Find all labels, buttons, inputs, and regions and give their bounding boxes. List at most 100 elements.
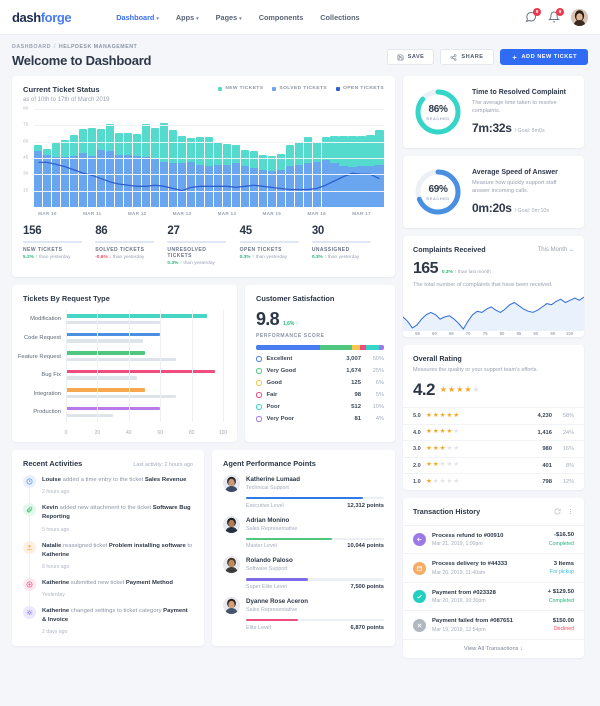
- stat-change: 0.3% ↑ than yesterday: [311, 255, 360, 261]
- upload-icon: [23, 540, 36, 554]
- view-all-transactions-link[interactable]: View All Transactions ↓: [403, 638, 584, 658]
- complaints-change-value: 0.3%: [441, 270, 453, 275]
- satisfaction-bar-segment: [320, 345, 352, 351]
- satisfaction-percent: 50%: [372, 356, 384, 363]
- messages-icon[interactable]: 9: [525, 8, 541, 23]
- rating-row: 1.0 ★ ★ ★ ★ ★ 798 12%: [403, 473, 584, 490]
- recent-activities-header: Recent Activities Last activity: 2 hours…: [12, 450, 204, 468]
- chevron-down-icon: ▾: [239, 15, 242, 22]
- share-button[interactable]: SHARE: [440, 49, 494, 65]
- stat-item: 27 UNRESOLVED TICKETS 0.3% ↑ than yesterda…: [167, 225, 239, 266]
- add-new-ticket-button[interactable]: ADD NEW TICKET: [499, 49, 588, 65]
- nav-item-components[interactable]: Components: [259, 13, 304, 22]
- request-type-bar-primary: [66, 369, 216, 374]
- stat-change: 0.3% ↑ than yesterday: [239, 255, 288, 261]
- rating-level: 4.0: [413, 429, 421, 436]
- legend-dot-icon: [218, 86, 223, 91]
- satisfaction-bar-segment: [378, 345, 384, 351]
- app-logo[interactable]: dashforge: [12, 10, 72, 25]
- recent-activities-list: Louise added a time entry to the ticket …: [12, 468, 204, 645]
- gridline: [160, 310, 162, 423]
- transaction-info: Process delivery to #44333 Mar 20, 2019, …: [432, 560, 544, 576]
- legend-solved-tickets[interactable]: SOLVED TICKETS: [272, 86, 327, 91]
- satisfaction-bar-segment: [352, 345, 360, 351]
- agent-progress-track: [246, 497, 384, 500]
- x-axis-tick: 60: [431, 331, 437, 337]
- gridline: [34, 141, 384, 143]
- satisfaction-score: 9.8: [256, 309, 280, 330]
- x-axis-tick: 20: [94, 430, 101, 437]
- rating-percent: 24%: [562, 429, 574, 436]
- activity-text: Natalie reassigned ticket Problem instal…: [42, 542, 193, 570]
- ticket-status-header: Current Ticket Status as of 10th to 17th…: [12, 76, 395, 103]
- transaction-info: Process refund to #00910 Mar 21, 2019, 1:…: [432, 532, 543, 548]
- legend-label-solved: SOLVED TICKETS: [279, 86, 328, 91]
- stat-change: 0.3% ↑ than yesterday: [167, 261, 215, 267]
- save-button[interactable]: SAVE: [386, 49, 435, 65]
- ticket-status-subtitle: as of 10th to 17th of March 2019: [23, 97, 110, 103]
- satisfaction-color-icon: [256, 392, 262, 398]
- request-type-row: Integration: [34, 384, 223, 403]
- star-icon: ★: [439, 411, 446, 419]
- satisfaction-row: Excellent 3,007 50%: [256, 356, 384, 362]
- complaints-change-suffix: than last month: [457, 270, 491, 275]
- complaints-period-dropdown[interactable]: This Month ⌄: [538, 246, 574, 253]
- agent-name: Adrian Monino: [246, 516, 290, 524]
- speed-of-answer-value-row: 0m:20s / Goal: 0m:10s: [472, 201, 574, 215]
- legend-open-tickets[interactable]: OPEN TICKETS: [336, 86, 384, 91]
- customer-satisfaction-card: Customer Satisfaction 9.8 1.6% ↑ PERFORM…: [245, 285, 395, 443]
- add-new-ticket-label: ADD NEW TICKET: [521, 54, 577, 60]
- satisfaction-row: Very Poor 81 4%: [256, 416, 384, 422]
- activity-target: Software Bug Reporting: [42, 505, 191, 521]
- rating-level: 1.0: [413, 479, 421, 486]
- transaction-row[interactable]: Payment from #023328 Mar 20, 2019, 10:30p…: [403, 581, 584, 611]
- refresh-icon[interactable]: [554, 508, 561, 515]
- activity-assignee: Katherine: [42, 551, 70, 558]
- x-axis-tick: 95: [550, 331, 556, 337]
- overall-rating-score: 4.2: [413, 380, 435, 400]
- nav-item-apps[interactable]: Apps ▾: [176, 13, 199, 22]
- x-axis-tick: 55: [415, 331, 420, 337]
- transaction-amount: + $129.50: [547, 589, 574, 596]
- satisfaction-color-icon: [256, 356, 262, 362]
- star-icon: ★: [456, 385, 464, 395]
- nav-item-pages[interactable]: Pages ▾: [216, 13, 242, 22]
- time-to-resolve-card: 86% REACHED Time to Resolved Complaint T…: [403, 76, 584, 148]
- overall-rating-title: Overall Rating: [413, 354, 462, 364]
- agent-points: 6,870 points: [350, 624, 384, 631]
- more-options-icon[interactable]: [567, 508, 574, 515]
- ticket-status-title: Current Ticket Status: [23, 85, 100, 94]
- legend-new-tickets[interactable]: NEW TICKETS: [218, 86, 263, 91]
- star-icon: ★: [453, 477, 460, 485]
- gridline: [34, 109, 384, 110]
- notifications-bell-icon[interactable]: 9: [548, 8, 564, 23]
- overall-rating-card: Overall Rating Measures the quality or y…: [403, 345, 584, 490]
- activity-target: Problem installing software: [108, 542, 186, 549]
- sparkline-x-axis: 55 60 65 70 75 80 85 90 95 100: [403, 331, 584, 336]
- user-avatar[interactable]: [571, 8, 588, 26]
- breadcrumb-item-dashboard[interactable]: DASHBOARD: [12, 44, 51, 50]
- star-icon: ★: [426, 461, 432, 469]
- nav-item-dashboard[interactable]: Dashboard ▾: [116, 13, 159, 22]
- agent-points: 10,044 points: [347, 543, 384, 550]
- rating-count: 1,416: [537, 429, 552, 436]
- transaction-row[interactable]: Process refund to #00910 Mar 21, 2019, 1:…: [403, 524, 584, 554]
- activity-item: Natalie reassigned ticket Problem instal…: [23, 540, 193, 579]
- satisfaction-color-icon: [256, 380, 262, 386]
- timeline-connector: [29, 553, 30, 579]
- nav-item-collections[interactable]: Collections: [320, 13, 359, 22]
- breadcrumb-item-helpdesk[interactable]: HELPDESK MANAGEMENT: [59, 44, 137, 50]
- x-axis-tick: MAR 14: [217, 211, 237, 216]
- star-icon: ★: [432, 477, 439, 485]
- transaction-info: Payment failed from #087651 Mar 19, 2019,…: [432, 617, 547, 633]
- stat-label: OPEN TICKETS: [239, 246, 282, 253]
- satisfaction-percent: 6%: [375, 380, 384, 387]
- agent-item: Adrian Monino Sales Representative Master …: [223, 515, 384, 557]
- transaction-row[interactable]: Payment failed from #087651 Mar 19, 2019,…: [403, 610, 584, 639]
- transaction-amount: -$16.50: [554, 532, 574, 539]
- stat-value: 27: [167, 225, 180, 237]
- star-icon: ★: [453, 444, 460, 452]
- gridline: [34, 190, 384, 192]
- transaction-row[interactable]: Process delivery to #44333 Mar 20, 2019, …: [403, 553, 584, 582]
- agent-performance-title: Agent Performance Points: [223, 459, 316, 469]
